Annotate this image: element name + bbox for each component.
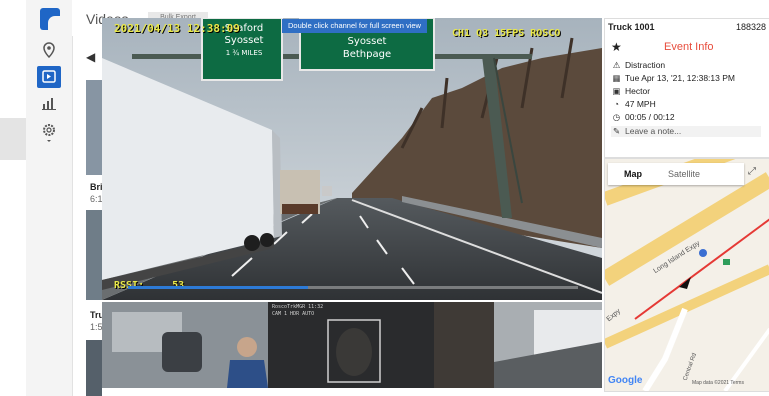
outer-panel <box>0 118 26 160</box>
speed-value: 47 MPH <box>625 99 656 109</box>
channel-thumb-cab[interactable] <box>102 302 268 388</box>
truck-name: Truck 1001 <box>608 22 655 32</box>
fullscreen-icon[interactable]: ⤢ <box>748 166 756 177</box>
tab-satellite[interactable]: Satellite <box>668 169 700 179</box>
note-input[interactable]: Leave a note... <box>625 126 681 136</box>
star-icon[interactable]: ★ <box>611 40 622 54</box>
map-view[interactable] <box>604 158 769 392</box>
list-item-sub: 6:1 <box>90 194 103 204</box>
speed-row: ◔ 47 MPH <box>611 99 656 109</box>
event-type: Distraction <box>625 60 666 70</box>
sign-line: 1 ¾ MILES <box>225 49 263 57</box>
back-arrow-icon[interactable]: ◀ <box>86 50 95 64</box>
event-type-row: ⚠ Distraction <box>611 60 665 71</box>
driver-row: ▣ Hector <box>611 86 650 97</box>
osd-datetime: 2021/04/13 12:38:09 <box>114 22 240 35</box>
event-datetime-row: ▦ Tue Apr 13, '21, 12:38:13 PM <box>611 73 735 84</box>
calendar-icon: ▦ <box>612 73 621 83</box>
note-row[interactable]: ✎ Leave a note... <box>611 126 761 137</box>
duration-value: 00:05 / 00:12 <box>625 112 675 122</box>
sign-line: Syosset <box>347 36 387 47</box>
clock-icon: ◷ <box>612 112 621 122</box>
playback-progress-fill <box>128 286 308 289</box>
duration-row: ◷ 00:05 / 00:12 <box>611 112 675 123</box>
bar-chart-icon[interactable] <box>37 96 61 113</box>
map-pin-icon[interactable] <box>37 42 61 61</box>
list-item-thumb[interactable] <box>86 340 102 396</box>
pencil-icon: ✎ <box>612 126 621 136</box>
channel-thumb-side[interactable] <box>434 302 602 388</box>
tab-map[interactable]: Map <box>624 169 642 179</box>
osd-channel: CH1 Q3 15FPS ROSCO <box>452 28 561 39</box>
event-info-title: Event Info <box>664 41 714 53</box>
google-logo: Google <box>608 375 643 386</box>
sign-line: Bethpage <box>342 49 392 60</box>
sign-line: Syosset <box>224 35 264 46</box>
gear-icon[interactable] <box>37 122 61 147</box>
event-datetime: Tue Apr 13, '21, 12:38:13 PM <box>625 73 735 83</box>
side-camera-frame <box>434 302 602 388</box>
sidebar-item-videos[interactable] <box>37 66 61 88</box>
video-icon <box>42 70 56 83</box>
list-item-sub: 1:5 <box>90 322 103 332</box>
map-canvas <box>605 159 769 391</box>
cab-camera-frame <box>102 302 268 388</box>
list-item-thumb[interactable] <box>86 80 102 175</box>
badge-icon: ▣ <box>612 86 621 96</box>
list-item-thumb[interactable] <box>86 210 102 300</box>
speedometer-icon: ◔ <box>613 99 620 109</box>
tooltip: Double click channel for full screen vie… <box>282 19 427 33</box>
outer-margin <box>0 0 26 396</box>
map-attribution[interactable]: Map data ©2021 Terms <box>692 380 744 386</box>
list-item-label: Bri <box>90 182 103 192</box>
logo-shape <box>48 16 60 30</box>
thumb-overlay-line: RoscoTrkMGR 11:32 <box>272 304 324 310</box>
thumb-overlay-line: CAM 1 HDR AUTO <box>272 311 315 317</box>
warning-icon: ⚠ <box>612 60 621 70</box>
driver-name: Hector <box>625 86 651 96</box>
truck-id: 188328 <box>736 22 767 32</box>
